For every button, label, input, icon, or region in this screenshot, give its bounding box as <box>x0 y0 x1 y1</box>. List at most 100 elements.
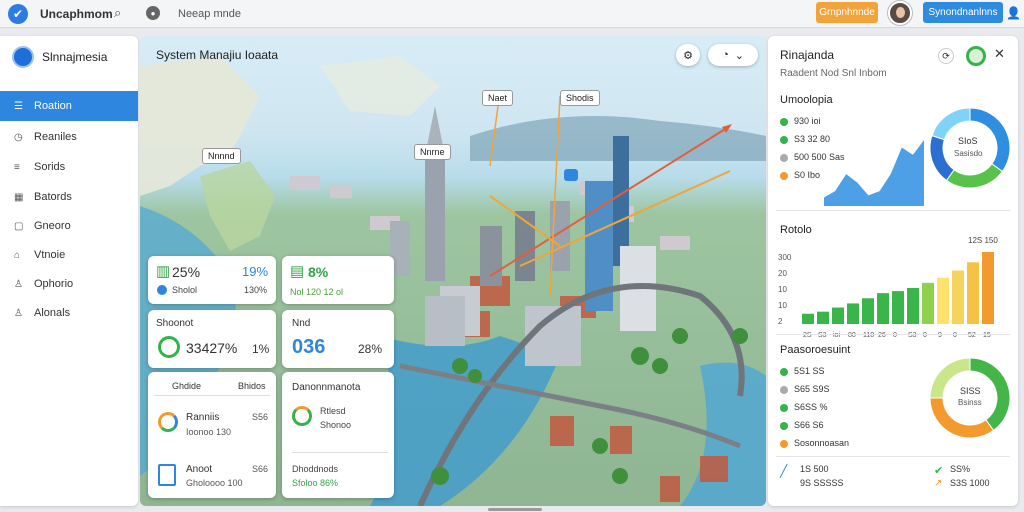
section-title: Rotolo <box>780 224 812 236</box>
orange-action-button[interactable]: Grnpnhnnde <box>816 2 878 23</box>
sidebar-item-gneoro[interactable]: ▢ Gneoro <box>0 211 138 241</box>
home-icon: ⌂ <box>14 249 21 261</box>
layers-icon: ◔ <box>722 49 729 61</box>
stat-label: Nnd <box>292 318 311 329</box>
user-icon: ♙ <box>14 307 23 319</box>
clock-icon: ◷ <box>14 131 23 143</box>
donut-slice <box>931 107 971 141</box>
sidebar-item-vtnoie[interactable]: ⌂ Vtnoie <box>0 240 138 270</box>
list-item-title: Ranniis <box>186 412 220 423</box>
list-icon: ≡ <box>14 161 20 173</box>
legend-label: S6SS % <box>794 402 828 412</box>
legend-label: 500 500 Sas <box>794 152 845 162</box>
map-view[interactable]: System Manajiu Ioaata ⚙ ◔ ⌄ Naet Shodis … <box>140 36 766 506</box>
legend-label: S3 32 80 <box>794 134 831 144</box>
donut-chart <box>929 107 1011 189</box>
stat-card-shoonot[interactable]: Shoonot 33427% 1% <box>148 310 276 368</box>
legend-label: 5S1 SS <box>794 366 825 376</box>
list-card[interactable]: Ghdide Bhidos Ranniis S56 Ioonoo 130 Ano… <box>148 372 276 498</box>
resize-handle[interactable] <box>488 508 542 511</box>
sidebar-item-roation[interactable]: ☰ Roation <box>0 91 138 121</box>
legend-dot <box>780 368 788 376</box>
bar <box>922 282 934 324</box>
legend-dot <box>780 154 788 162</box>
y-tick-label: 300 <box>778 253 792 262</box>
donut-sublabel: Sasisdo <box>954 149 983 158</box>
list-item-sub: Gholoooo 100 <box>186 478 243 488</box>
footer-stat: 1S 500 <box>800 464 829 474</box>
stat-label: 130% <box>244 285 268 295</box>
stat-value: 8% <box>308 264 329 280</box>
status-toggle[interactable] <box>966 46 986 66</box>
legend-label: S66 S6 <box>794 420 824 430</box>
legend-dot <box>780 172 788 180</box>
gear-icon: ⚙ <box>683 49 693 62</box>
map-label[interactable]: Naet <box>482 90 514 106</box>
y-tick-label: 20 <box>778 269 787 278</box>
bar <box>892 291 904 324</box>
analytics-panel: Rinajanda ⟳ ✕ Raadent Nod Snl Inbom Umoo… <box>768 36 1018 506</box>
bar <box>907 288 919 324</box>
area-chart <box>824 140 924 206</box>
footer-stat: S3S 1000 <box>950 478 990 488</box>
stat-card-nnd[interactable]: Nnd 036 28% <box>282 310 394 368</box>
refresh-icon[interactable]: ⟳ <box>938 48 954 64</box>
donut-sublabel: Bsinss <box>958 398 982 407</box>
map-label[interactable]: Shodis <box>560 90 600 106</box>
map-label[interactable]: Nnnnd <box>202 148 241 164</box>
stat-value: 33427% <box>186 340 238 356</box>
panel-subtitle: Raadent Nod Snl Inbom <box>780 68 887 79</box>
close-icon[interactable]: ✕ <box>994 46 1005 62</box>
blue-action-button[interactable]: Synondnanlnns <box>923 2 1003 23</box>
donut-label: SISS <box>960 386 981 396</box>
sidebar-item-alonals[interactable]: ♙ Alonals <box>0 298 138 328</box>
bar <box>937 277 949 324</box>
list-item-value: S56 <box>252 412 269 422</box>
list-item-sub: Ioonoo 130 <box>186 427 232 437</box>
sidebar: Slnnajmesia ☰ Roation ◷ Reaniles ≡ Sorids ▦… <box>0 36 138 506</box>
map-label[interactable]: Nnrne <box>414 144 451 160</box>
detail-card[interactable]: Danonnmanota Rtlesd Shonoo Dhoddnods Sfo… <box>282 372 394 498</box>
grid-icon: ▦ <box>14 191 24 203</box>
stat-value: 19% <box>242 264 269 279</box>
ring-icon <box>158 336 180 358</box>
sidebar-title: Slnnajmesia <box>42 50 108 64</box>
avatar[interactable] <box>888 1 912 25</box>
sidebar-item-sorids[interactable]: ≡ Sorids <box>0 152 138 182</box>
bar <box>877 293 889 324</box>
user-icon: ♙ <box>14 278 23 290</box>
stat-value: 036 <box>292 336 326 358</box>
bar <box>802 313 814 324</box>
search-icon[interactable]: ⌕ <box>114 5 130 21</box>
chart-icon: ▤ <box>290 263 305 280</box>
sidebar-item-ophorio[interactable]: ♙ Ophorio <box>0 269 138 299</box>
stat-label: Nol 120 12 ol <box>290 287 344 297</box>
sidebar-item-reaniles[interactable]: ◷ Reaniles <box>0 122 138 152</box>
bar <box>967 262 979 324</box>
bar-chart: 30020101022S S3 ioi 80 110 26 0 S3 0 9 0 52 15 <box>778 252 994 339</box>
legend-dot <box>780 422 788 430</box>
section-title: Umoolopia <box>780 94 833 106</box>
sidebar-item-batords[interactable]: ▦ Batords <box>0 182 138 212</box>
map-settings-button[interactable]: ⚙ <box>676 44 700 66</box>
stat-label: Shoonot <box>156 318 194 329</box>
arrow-icon: ↗ <box>934 478 943 489</box>
chevron-down-icon: ⌄ <box>734 49 744 62</box>
stat-card-growth[interactable]: ▤ 8% Nol 120 12 ol <box>282 256 394 304</box>
notification-icon[interactable]: ● <box>146 6 160 20</box>
donut-slice <box>945 163 1004 189</box>
map-layer-dropdown[interactable]: ◔ ⌄ <box>708 44 758 66</box>
footer-stat: SS% <box>950 464 971 474</box>
top-bar: ✔ Uncaphmom ⌕ ● Neeap mnde Grnpnhnnde Sy… <box>0 0 1024 28</box>
stat-card-primary[interactable]: ▥ 25% 19% Sholol 130% <box>148 256 276 304</box>
app-logo-icon[interactable]: ✔ <box>8 4 28 24</box>
profile-icon[interactable]: 👤 <box>1006 6 1021 20</box>
map-title: System Manajiu Ioaata <box>156 48 279 62</box>
legend-label: 930 ioi <box>794 116 821 126</box>
square-icon: ▢ <box>14 220 24 232</box>
legend-label: Sosonnoasan <box>794 438 850 448</box>
legend-label: S0 Ibo <box>794 170 821 180</box>
donut-slice <box>929 135 955 182</box>
donut-label: SIoS <box>958 136 978 146</box>
list-item-sub: Sfoloo 86% <box>292 478 339 488</box>
